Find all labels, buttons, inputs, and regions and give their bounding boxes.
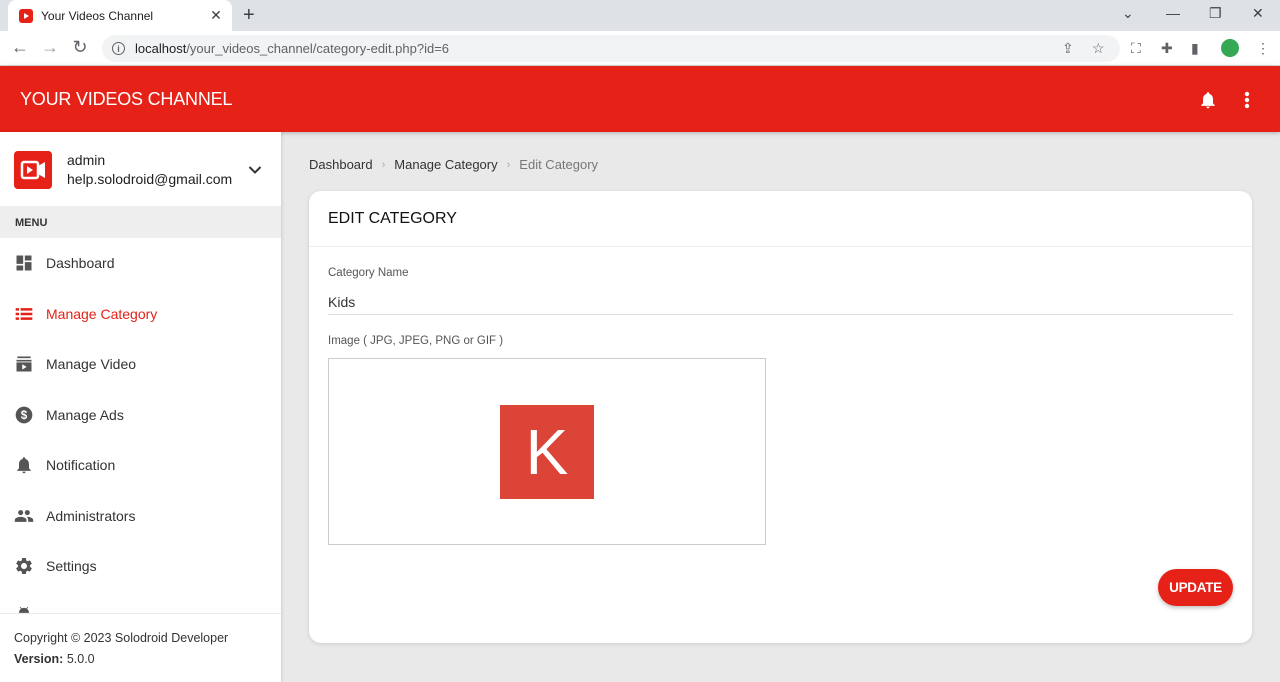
sidebar-footer: Copyright © 2023 Solodroid Developer Ver… [0, 613, 281, 682]
tab-search-chevron-icon[interactable]: ⌄ [1122, 5, 1134, 22]
address-url: localhost/your_videos_channel/category-e… [135, 41, 450, 56]
close-tab-icon[interactable]: ✕ [204, 7, 228, 24]
site-info-icon[interactable]: i [112, 42, 125, 55]
app-brand-title[interactable]: YOUR VIDEOS CHANNEL [20, 89, 232, 110]
category-name-input[interactable] [328, 289, 1233, 315]
close-window-icon[interactable]: ✕ [1252, 5, 1264, 22]
sidebar-item-dashboard[interactable]: Dashboard [0, 238, 281, 288]
breadcrumb-chevron-icon: › [506, 158, 511, 171]
breadcrumb-edit-category: Edit Category [519, 157, 599, 172]
sidebar-item-label: Administrators [46, 508, 136, 524]
address-bar[interactable]: i localhost/your_videos_channel/category… [102, 35, 1120, 62]
sidebar-item-label: Notification [46, 457, 116, 473]
dollar-icon: $ [15, 406, 33, 424]
category-image-preview: K [500, 405, 594, 499]
channel-logo-icon [14, 151, 52, 189]
restore-icon[interactable]: ❐ [1209, 5, 1222, 22]
bookmark-star-icon[interactable]: ☆ [1092, 40, 1105, 57]
update-button[interactable]: UPDATE [1158, 569, 1233, 606]
screenshot-icon[interactable]: ⛶ [1131, 40, 1141, 57]
card-header: EDIT CATEGORY [309, 191, 1252, 247]
category-name-label: Category Name [328, 267, 409, 279]
breadcrumb-manage-category[interactable]: Manage Category [394, 157, 497, 172]
sidebar-item-label: Manage Ads [46, 407, 124, 423]
chevron-down-icon[interactable] [248, 165, 262, 175]
user-email: help.solodroid@gmail.com [67, 171, 233, 187]
gear-icon [16, 558, 32, 574]
edit-category-card: EDIT CATEGORY Category Name Image ( JPG,… [309, 191, 1252, 643]
forward-arrow-icon[interactable]: → [39, 37, 61, 58]
sidebar-item-settings[interactable]: Settings [0, 541, 281, 591]
bell-icon [17, 457, 31, 474]
breadcrumb-dashboard[interactable]: Dashboard [309, 157, 373, 172]
more-vert-icon[interactable] [1244, 91, 1250, 109]
video-icon [16, 356, 32, 372]
extensions-puzzle-icon[interactable]: ✚ [1161, 40, 1173, 57]
minimize-icon[interactable]: — [1166, 5, 1180, 21]
browser-menu-icon[interactable]: ⋮ [1256, 40, 1270, 57]
category-list-icon [15, 308, 33, 320]
browser-tab-strip: Your Videos Channel ✕ + ⌄ — ❐ ✕ [0, 0, 1280, 31]
browser-toolbar: ← → ↻ i localhost/your_videos_channel/ca… [0, 31, 1280, 66]
sidebar-item-label: Dashboard [46, 255, 115, 271]
side-panel-icon[interactable]: ▮ [1191, 40, 1199, 57]
profile-avatar[interactable] [1221, 39, 1239, 57]
sidebar: admin help.solodroid@gmail.com MENU Dash… [0, 132, 281, 682]
sidebar-item-notification[interactable]: Notification [0, 440, 281, 490]
card-title: EDIT CATEGORY [328, 210, 457, 227]
reload-icon[interactable]: ↻ [69, 37, 91, 58]
browser-tab[interactable]: Your Videos Channel ✕ [8, 0, 232, 31]
sidebar-item-label: Manage Category [46, 306, 158, 322]
new-tab-icon[interactable]: + [243, 4, 255, 27]
svg-text:$: $ [21, 409, 28, 422]
tab-title: Your Videos Channel [41, 8, 154, 23]
sidebar-item-label: Settings [46, 558, 97, 574]
back-arrow-icon[interactable]: ← [9, 37, 31, 58]
notification-bell-icon[interactable] [1198, 90, 1218, 110]
sidebar-item-manage-video[interactable]: Manage Video [0, 339, 281, 389]
sidebar-item-label: Manage Video [46, 356, 137, 372]
people-icon [14, 510, 34, 522]
version-info: Version: 5.0.0 [14, 652, 95, 666]
app-header: YOUR VIDEOS CHANNEL [0, 66, 1280, 132]
share-icon[interactable]: ⇪ [1062, 40, 1074, 57]
breadcrumb-chevron-icon: › [381, 158, 386, 171]
menu-header: MENU [0, 206, 281, 238]
image-label: Image ( JPG, JPEG, PNG or GIF ) [328, 335, 504, 347]
sidebar-item-manage-category[interactable]: Manage Category [0, 289, 281, 339]
user-name: admin [67, 152, 106, 168]
user-info: admin help.solodroid@gmail.com [0, 132, 281, 206]
copyright-text: Copyright © 2023 Solodroid Developer [14, 631, 229, 645]
image-upload-dropzone[interactable]: K [328, 358, 766, 545]
sidebar-item-manage-ads[interactable]: $ Manage Ads [0, 390, 281, 440]
channel-favicon-icon [19, 8, 33, 23]
dashboard-icon [16, 255, 32, 271]
breadcrumb: Dashboard › Manage Category › Edit Categ… [309, 157, 598, 172]
sidebar-item-administrators[interactable]: Administrators [0, 491, 281, 541]
